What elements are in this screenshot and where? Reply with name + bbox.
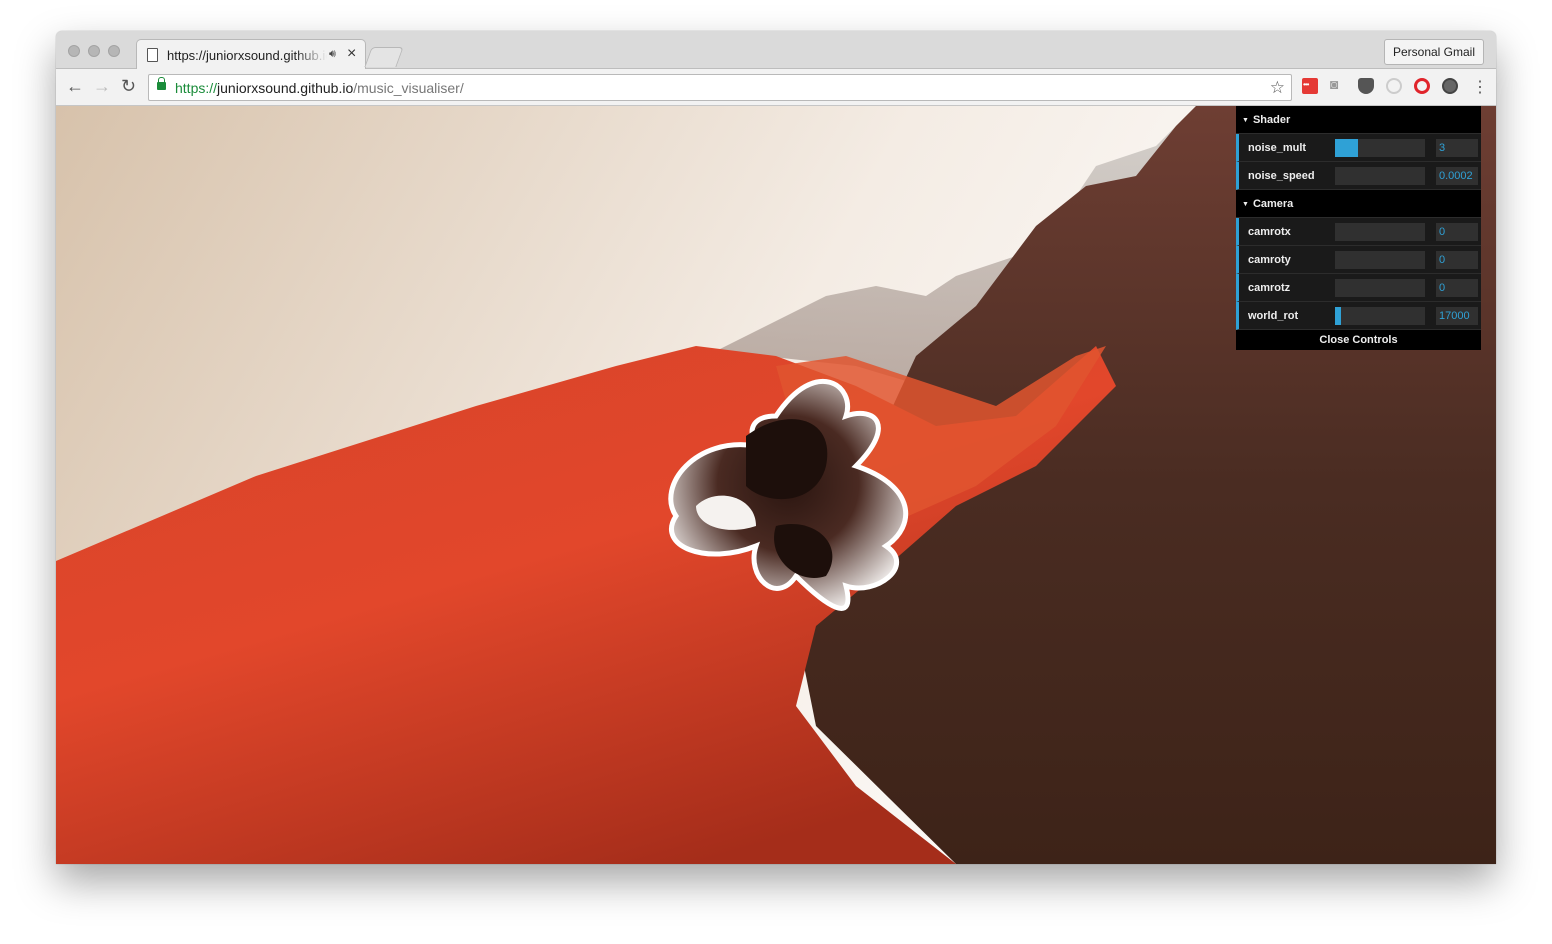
- slider-fill: [1335, 139, 1358, 157]
- caret-down-icon: ▼: [1242, 117, 1249, 124]
- slider[interactable]: [1335, 251, 1425, 269]
- opera-icon[interactable]: [1414, 78, 1430, 94]
- browser-window: https://juniorxsound.github.io/music_vis…: [56, 31, 1496, 864]
- control-camrotx: camrotx 0: [1236, 218, 1481, 246]
- slider[interactable]: [1335, 279, 1425, 297]
- control-world-rot: world_rot 17000: [1236, 302, 1481, 330]
- profile-button[interactable]: Personal Gmail: [1383, 39, 1484, 65]
- slider[interactable]: [1335, 223, 1425, 241]
- slider[interactable]: [1335, 167, 1425, 185]
- address-bar[interactable]: https://juniorxsound.github.io/music_vis…: [148, 74, 1292, 101]
- url-scheme: https://: [175, 80, 218, 96]
- dat-gui-panel: ▼ Shader noise_mult 3 noise_speed 0.0002 …: [1236, 106, 1481, 350]
- slider[interactable]: [1335, 139, 1425, 157]
- tab-title: https://juniorxsound.github.io/music_vis…: [167, 48, 327, 63]
- control-noise-speed: noise_speed 0.0002: [1236, 162, 1481, 190]
- tab-strip: https://juniorxsound.github.io/music_vis…: [56, 31, 1496, 70]
- camera-icon[interactable]: ◙: [1330, 76, 1346, 92]
- value-input[interactable]: 0: [1436, 279, 1478, 297]
- control-label: world_rot: [1248, 310, 1299, 322]
- webgl-canvas[interactable]: ▼ Shader noise_mult 3 noise_speed 0.0002 …: [56, 106, 1496, 864]
- value-input[interactable]: 0: [1436, 223, 1478, 241]
- url-path: /music_visualiser/: [353, 80, 464, 96]
- extension-circle-icon[interactable]: [1386, 78, 1402, 94]
- control-label: noise_speed: [1248, 170, 1315, 182]
- value-input[interactable]: 0.0002: [1436, 167, 1478, 185]
- slider-fill: [1335, 307, 1342, 325]
- close-controls-button[interactable]: Close Controls: [1236, 330, 1481, 350]
- control-label: camrotz: [1248, 282, 1291, 294]
- tab-active[interactable]: https://juniorxsound.github.io/music_vis…: [136, 39, 366, 70]
- page-icon: [147, 48, 158, 62]
- close-tab-icon[interactable]: ×: [347, 45, 356, 63]
- value-input[interactable]: 0: [1436, 251, 1478, 269]
- control-label: camroty: [1248, 254, 1291, 266]
- caret-down-icon: ▼: [1242, 201, 1249, 208]
- toolbar: ← → ↻ https://juniorxsound.github.io/mus…: [56, 69, 1496, 106]
- star-icon[interactable]: ☆: [1270, 78, 1285, 98]
- kebab-menu-icon[interactable]: ⋮: [1472, 77, 1488, 97]
- record-icon[interactable]: [1442, 78, 1458, 94]
- reload-icon[interactable]: ↻: [121, 77, 136, 95]
- control-noise-mult: noise_mult 3: [1236, 134, 1481, 162]
- back-arrow-icon[interactable]: ←: [66, 77, 84, 95]
- control-camroty: camroty 0: [1236, 246, 1481, 274]
- folder-camera-title: Camera: [1252, 198, 1294, 210]
- close-window-icon[interactable]: [68, 45, 80, 57]
- slider[interactable]: [1335, 307, 1425, 325]
- control-camrotz: camrotz 0: [1236, 274, 1481, 302]
- zoom-window-icon[interactable]: [108, 45, 120, 57]
- minimize-window-icon[interactable]: [88, 45, 100, 57]
- folder-shader-title: Shader: [1252, 114, 1291, 126]
- new-tab-button[interactable]: [364, 47, 404, 67]
- value-input[interactable]: 3: [1436, 139, 1478, 157]
- speaker-icon[interactable]: 🔊︎: [329, 48, 336, 61]
- forward-arrow-icon[interactable]: →: [93, 77, 111, 95]
- value-input[interactable]: 17000: [1436, 307, 1478, 325]
- control-label: noise_mult: [1248, 142, 1307, 154]
- folder-shader[interactable]: ▼ Shader: [1236, 106, 1481, 134]
- extension-red-icon[interactable]: [1302, 78, 1318, 94]
- control-label: camrotx: [1248, 226, 1291, 238]
- url-text: https://juniorxsound.github.io/music_vis…: [175, 80, 464, 96]
- lock-icon: [157, 77, 166, 90]
- pocket-icon[interactable]: [1358, 78, 1374, 94]
- folder-camera[interactable]: ▼ Camera: [1236, 190, 1481, 218]
- url-host: juniorxsound.github.io: [217, 80, 354, 96]
